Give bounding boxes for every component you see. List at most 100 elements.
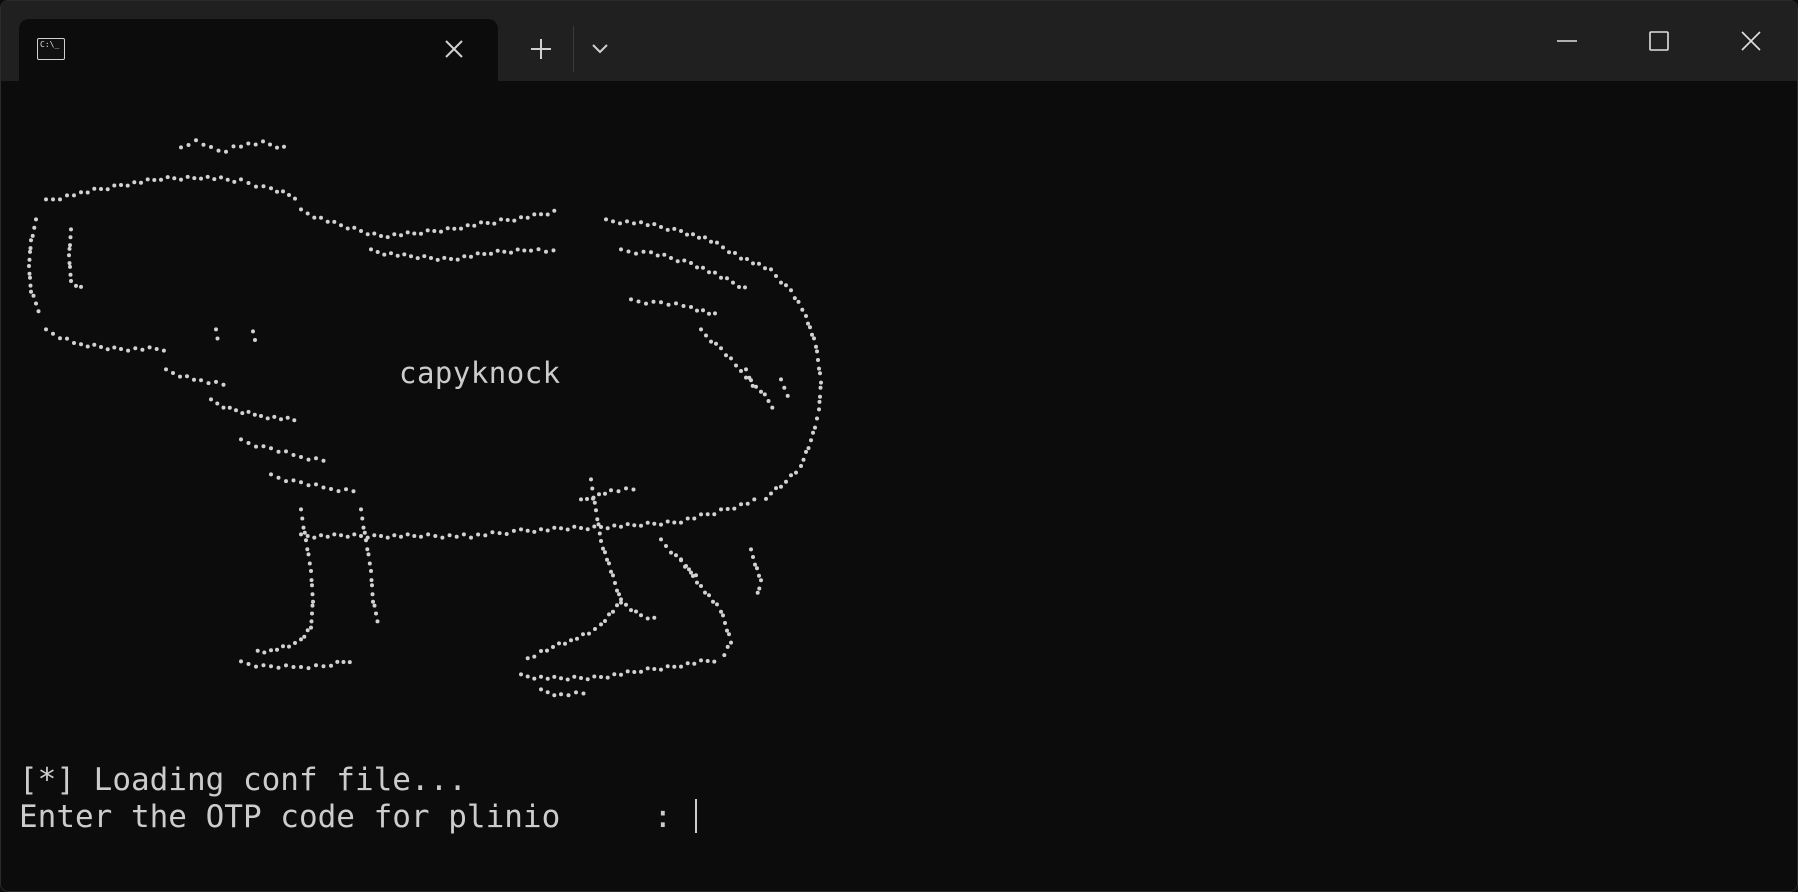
art-dot [67, 261, 72, 266]
maximize-button[interactable] [1629, 19, 1689, 63]
art-dot [705, 659, 710, 663]
art-dot [672, 664, 677, 669]
art-dot [755, 566, 759, 571]
art-dot [804, 314, 808, 318]
art-dot [239, 659, 243, 664]
art-dot [439, 229, 443, 234]
art-dot [674, 553, 678, 558]
art-dot [552, 693, 557, 698]
art-dot [306, 666, 311, 671]
art-dot [644, 301, 648, 306]
art-dot [659, 225, 663, 229]
art-dot [492, 221, 497, 226]
art-dot [347, 660, 352, 665]
art-dot [672, 520, 677, 525]
art-dot [587, 631, 591, 636]
art-dot [105, 347, 110, 352]
art-dot [362, 530, 367, 535]
art-dot [254, 184, 258, 189]
tab-close-button[interactable] [440, 35, 468, 63]
art-dot [412, 534, 417, 538]
art-dot [51, 331, 55, 336]
art-dot [629, 608, 633, 613]
art-dot [36, 309, 41, 314]
art-dot [591, 496, 595, 501]
art-dot [613, 581, 617, 585]
art-dot [309, 578, 314, 583]
art-dot [745, 257, 749, 261]
art-dot [154, 347, 159, 351]
art-dot [265, 416, 270, 421]
maximize-icon [1649, 31, 1669, 51]
art-dot [631, 487, 636, 492]
art-dot [58, 336, 62, 341]
art-dot [545, 690, 550, 695]
art-dot [341, 660, 346, 664]
minimize-button[interactable] [1537, 19, 1597, 63]
art-dot [339, 533, 343, 538]
terminal-content[interactable]: capyknock [*] Loading conf file... Enter… [1, 81, 1797, 891]
art-dot [281, 644, 285, 649]
art-dot [299, 637, 303, 642]
art-dot [649, 250, 653, 255]
art-dot [34, 301, 38, 306]
art-dot [817, 366, 821, 371]
art-dot [645, 520, 650, 525]
art-dot [707, 593, 711, 598]
art-dot [679, 520, 683, 525]
art-dot [261, 139, 265, 144]
art-dot [389, 251, 393, 256]
art-dot [579, 676, 583, 680]
art-dot [302, 530, 307, 535]
art-dot [372, 603, 377, 608]
art-dot [704, 333, 708, 338]
art-dot [369, 247, 373, 252]
art-dot [159, 177, 163, 182]
art-dot [796, 299, 801, 304]
art-dot [679, 557, 683, 562]
art-dot [818, 394, 822, 399]
art-dot [672, 226, 677, 231]
art-dot [269, 446, 273, 451]
art-dot [559, 526, 563, 531]
art-dot [199, 176, 203, 181]
art-dot [345, 226, 350, 231]
art-dot [763, 266, 767, 271]
art-dot [379, 534, 383, 538]
art-dot [685, 661, 690, 666]
art-dot [140, 347, 145, 352]
art-dot [744, 367, 748, 372]
art-dot [774, 486, 778, 491]
new-tab-button[interactable] [522, 33, 560, 65]
art-dot [27, 271, 32, 276]
art-dot [402, 252, 407, 257]
title-bar[interactable]: C:\_ [1, 1, 1797, 81]
art-dot [755, 590, 760, 595]
art-dot [764, 496, 768, 501]
art-dot [459, 226, 463, 231]
tab-dropdown-button[interactable] [584, 33, 616, 65]
close-button[interactable] [1721, 19, 1781, 63]
art-dot [625, 669, 630, 674]
art-dot [252, 412, 257, 417]
art-dot [364, 538, 368, 543]
art-dot [611, 573, 615, 578]
art-dot [605, 526, 610, 531]
art-dot [784, 283, 788, 288]
prompt-line[interactable]: Enter the OTP code for plinio : [19, 798, 697, 836]
art-dot [739, 256, 743, 261]
art-dot [215, 336, 220, 341]
art-dot [579, 526, 583, 530]
art-dot [276, 475, 281, 480]
art-dot [44, 327, 48, 332]
art-dot [419, 231, 423, 236]
art-dot [806, 446, 811, 451]
art-dot [769, 267, 773, 272]
art-dot [215, 401, 220, 406]
art-dot [812, 336, 816, 341]
art-dot [214, 327, 218, 332]
tab-active[interactable]: C:\_ [19, 19, 498, 81]
art-dot [701, 308, 705, 313]
art-dot [709, 339, 713, 344]
art-dot [231, 144, 236, 149]
